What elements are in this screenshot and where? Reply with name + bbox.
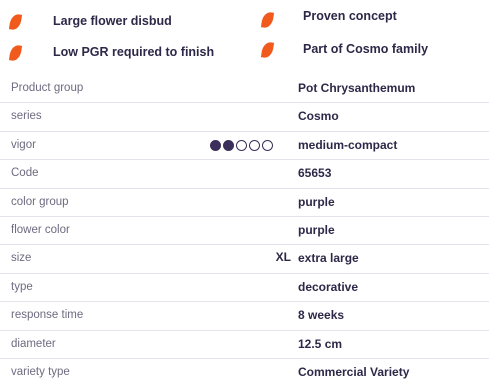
- spec-label: flower color: [11, 223, 70, 236]
- product-specs-table: Product group Pot Chrysanthemum series C…: [0, 75, 489, 387]
- orange-leaf-icon: [8, 44, 23, 62]
- spec-value: Pot Chrysanthemum: [298, 81, 416, 95]
- spec-row-code: Code 65653: [0, 160, 489, 189]
- spec-row-size: size XL extra large: [0, 245, 489, 274]
- orange-leaf-icon: [8, 13, 23, 31]
- spec-value: 8 weeks: [298, 308, 345, 323]
- vigor-rating: [210, 139, 273, 151]
- spec-row-diameter: diameter 12.5 cm: [0, 331, 489, 359]
- spec-label: vigor: [11, 138, 36, 151]
- feature-item: Large flower disbud: [8, 13, 172, 31]
- spec-label: color group: [11, 195, 69, 208]
- spec-label: Code: [11, 167, 39, 180]
- spec-value: 12.5 cm: [298, 336, 343, 351]
- spec-value: purple: [298, 222, 335, 237]
- spec-row-flower-color: flower color purple: [0, 217, 489, 246]
- spec-label: variety type: [11, 365, 70, 378]
- vigor-dot-filled: [210, 139, 221, 151]
- spec-label: Product group: [11, 82, 84, 94]
- spec-label: diameter: [11, 337, 56, 350]
- vigor-dot-empty: [249, 139, 260, 151]
- vigor-dot-empty: [262, 139, 273, 151]
- spec-value: Cosmo: [298, 109, 339, 124]
- feature-item: Part of Cosmo family: [260, 41, 428, 59]
- spec-row-color-group: color group purple: [0, 189, 489, 217]
- spec-row-vigor: vigor medium-compact: [0, 132, 489, 161]
- spec-value: purple: [298, 194, 335, 209]
- spec-value: Commercial Variety: [298, 364, 410, 379]
- spec-label: type: [11, 280, 33, 293]
- feature-text: Low PGR required to finish: [53, 45, 215, 59]
- orange-leaf-icon: [260, 41, 275, 59]
- spec-row-series: series Cosmo: [0, 103, 489, 132]
- vigor-dot-empty: [236, 139, 247, 151]
- spec-label: series: [11, 110, 42, 123]
- orange-leaf-icon: [260, 11, 275, 29]
- spec-label: size: [11, 252, 32, 265]
- spec-row-response-time: response time 8 weeks: [0, 302, 489, 331]
- feature-text: Part of Cosmo family: [303, 42, 429, 56]
- spec-value: decorative: [298, 279, 359, 294]
- feature-text: Proven concept: [303, 9, 397, 23]
- vigor-dot-filled: [223, 139, 234, 151]
- feature-text: Large flower disbud: [53, 14, 172, 28]
- spec-value: medium-compact: [298, 137, 398, 152]
- spec-value: 65653: [298, 166, 332, 181]
- spec-row-type: type decorative: [0, 274, 489, 303]
- feature-item: Proven concept: [260, 9, 397, 29]
- spec-row-product-group: Product group Pot Chrysanthemum: [0, 75, 489, 104]
- spec-label: response time: [11, 309, 84, 322]
- feature-highlights: Large flower disbud Low PGR required to …: [0, 0, 489, 70]
- size-badge: XL: [275, 250, 291, 265]
- feature-item: Low PGR required to finish: [8, 44, 214, 62]
- spec-value: extra large: [298, 251, 359, 266]
